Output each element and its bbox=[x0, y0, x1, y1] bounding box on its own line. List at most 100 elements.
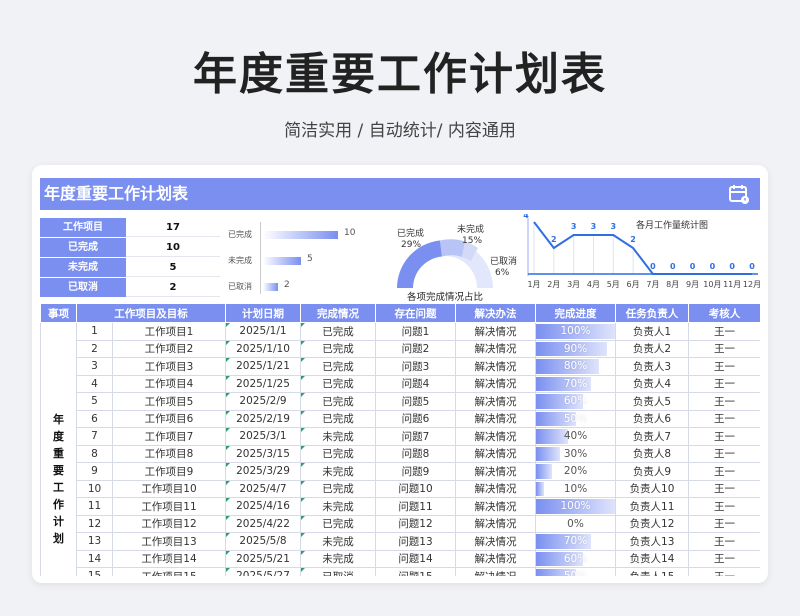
col-header[interactable]: 任务负责人 bbox=[615, 303, 689, 323]
issue-cell[interactable]: 问题7 bbox=[375, 427, 456, 446]
owner-cell[interactable]: 负责人2 bbox=[615, 339, 689, 358]
item-cell[interactable]: 工作项目4 bbox=[112, 374, 226, 393]
row-number[interactable]: 3 bbox=[76, 357, 113, 376]
row-number[interactable]: 5 bbox=[76, 392, 113, 411]
col-header[interactable]: 计划日期 bbox=[225, 303, 301, 323]
status-cell[interactable]: 已完成 bbox=[300, 409, 376, 428]
row-number[interactable]: 1 bbox=[76, 322, 113, 341]
fix-cell[interactable]: 解决情况 bbox=[455, 532, 536, 551]
owner-cell[interactable]: 负责人1 bbox=[615, 322, 689, 341]
owner-cell[interactable]: 负责人15 bbox=[615, 567, 689, 576]
reviewer-cell[interactable]: 王一 bbox=[688, 427, 760, 446]
fix-cell[interactable]: 解决情况 bbox=[455, 339, 536, 358]
issue-cell[interactable]: 问题10 bbox=[375, 479, 456, 498]
issue-cell[interactable]: 问题8 bbox=[375, 444, 456, 463]
date-cell[interactable]: 2025/2/19 bbox=[225, 409, 301, 428]
fix-cell[interactable]: 解决情况 bbox=[455, 374, 536, 393]
progress-cell[interactable]: 100% bbox=[535, 497, 616, 516]
row-number[interactable]: 9 bbox=[76, 462, 113, 481]
col-header[interactable]: 工作项目及目标 bbox=[76, 303, 226, 323]
owner-cell[interactable]: 负责人8 bbox=[615, 444, 689, 463]
col-header[interactable]: 完成进度 bbox=[535, 303, 616, 323]
item-cell[interactable]: 工作项目6 bbox=[112, 409, 226, 428]
item-cell[interactable]: 工作项目8 bbox=[112, 444, 226, 463]
fix-cell[interactable]: 解决情况 bbox=[455, 497, 536, 516]
progress-cell[interactable]: 20% bbox=[535, 462, 616, 481]
progress-cell[interactable]: 10% bbox=[535, 479, 616, 498]
date-cell[interactable]: 2025/5/8 bbox=[225, 532, 301, 551]
reviewer-cell[interactable]: 王一 bbox=[688, 392, 760, 411]
progress-cell[interactable]: 60% bbox=[535, 392, 616, 411]
item-cell[interactable]: 工作项目10 bbox=[112, 479, 226, 498]
reviewer-cell[interactable]: 王一 bbox=[688, 532, 760, 551]
reviewer-cell[interactable]: 王一 bbox=[688, 322, 760, 341]
reviewer-cell[interactable]: 王一 bbox=[688, 374, 760, 393]
progress-cell[interactable]: 40% bbox=[535, 427, 616, 446]
fix-cell[interactable]: 解决情况 bbox=[455, 444, 536, 463]
issue-cell[interactable]: 问题3 bbox=[375, 357, 456, 376]
status-cell[interactable]: 未完成 bbox=[300, 532, 376, 551]
item-cell[interactable]: 工作项目1 bbox=[112, 322, 226, 341]
date-cell[interactable]: 2025/3/15 bbox=[225, 444, 301, 463]
fix-cell[interactable]: 解决情况 bbox=[455, 479, 536, 498]
fix-cell[interactable]: 解决情况 bbox=[455, 409, 536, 428]
issue-cell[interactable]: 问题11 bbox=[375, 497, 456, 516]
col-header[interactable]: 考核人 bbox=[688, 303, 760, 323]
status-cell[interactable]: 未完成 bbox=[300, 427, 376, 446]
row-number[interactable]: 11 bbox=[76, 497, 113, 516]
issue-cell[interactable]: 问题5 bbox=[375, 392, 456, 411]
col-header[interactable]: 事项 bbox=[40, 303, 77, 323]
status-cell[interactable]: 未完成 bbox=[300, 462, 376, 481]
reviewer-cell[interactable]: 王一 bbox=[688, 514, 760, 533]
owner-cell[interactable]: 负责人14 bbox=[615, 549, 689, 568]
item-cell[interactable]: 工作项目2 bbox=[112, 339, 226, 358]
reviewer-cell[interactable]: 王一 bbox=[688, 409, 760, 428]
item-cell[interactable]: 工作项目3 bbox=[112, 357, 226, 376]
fix-cell[interactable]: 解决情况 bbox=[455, 392, 536, 411]
fix-cell[interactable]: 解决情况 bbox=[455, 427, 536, 446]
reviewer-cell[interactable]: 王一 bbox=[688, 497, 760, 516]
reviewer-cell[interactable]: 王一 bbox=[688, 444, 760, 463]
issue-cell[interactable]: 问题14 bbox=[375, 549, 456, 568]
col-header[interactable]: 完成情况 bbox=[300, 303, 376, 323]
reviewer-cell[interactable]: 王一 bbox=[688, 479, 760, 498]
issue-cell[interactable]: 问题15 bbox=[375, 567, 456, 576]
owner-cell[interactable]: 负责人9 bbox=[615, 462, 689, 481]
progress-cell[interactable]: 70% bbox=[535, 374, 616, 393]
row-number[interactable]: 15 bbox=[76, 567, 113, 576]
status-cell[interactable]: 已完成 bbox=[300, 444, 376, 463]
progress-cell[interactable]: 90% bbox=[535, 339, 616, 358]
date-cell[interactable]: 2025/4/7 bbox=[225, 479, 301, 498]
issue-cell[interactable]: 问题1 bbox=[375, 322, 456, 341]
status-cell[interactable]: 已完成 bbox=[300, 374, 376, 393]
row-number[interactable]: 4 bbox=[76, 374, 113, 393]
progress-cell[interactable]: 50% bbox=[535, 567, 616, 576]
reviewer-cell[interactable]: 王一 bbox=[688, 549, 760, 568]
progress-cell[interactable]: 60% bbox=[535, 549, 616, 568]
owner-cell[interactable]: 负责人12 bbox=[615, 514, 689, 533]
issue-cell[interactable]: 问题6 bbox=[375, 409, 456, 428]
item-cell[interactable]: 工作项目15 bbox=[112, 567, 226, 576]
row-number[interactable]: 12 bbox=[76, 514, 113, 533]
row-number[interactable]: 13 bbox=[76, 532, 113, 551]
reviewer-cell[interactable]: 王一 bbox=[688, 462, 760, 481]
issue-cell[interactable]: 问题9 bbox=[375, 462, 456, 481]
progress-cell[interactable]: 100% bbox=[535, 322, 616, 341]
owner-cell[interactable]: 负责人11 bbox=[615, 497, 689, 516]
issue-cell[interactable]: 问题13 bbox=[375, 532, 456, 551]
progress-cell[interactable]: 50% bbox=[535, 409, 616, 428]
date-cell[interactable]: 2025/1/21 bbox=[225, 357, 301, 376]
item-cell[interactable]: 工作项目5 bbox=[112, 392, 226, 411]
row-number[interactable]: 8 bbox=[76, 444, 113, 463]
date-cell[interactable]: 2025/3/29 bbox=[225, 462, 301, 481]
progress-cell[interactable]: 80% bbox=[535, 357, 616, 376]
row-number[interactable]: 7 bbox=[76, 427, 113, 446]
fix-cell[interactable]: 解决情况 bbox=[455, 462, 536, 481]
reviewer-cell[interactable]: 王一 bbox=[688, 567, 760, 576]
owner-cell[interactable]: 负责人7 bbox=[615, 427, 689, 446]
owner-cell[interactable]: 负责人3 bbox=[615, 357, 689, 376]
date-cell[interactable]: 2025/5/27 bbox=[225, 567, 301, 576]
issue-cell[interactable]: 问题12 bbox=[375, 514, 456, 533]
status-cell[interactable]: 已完成 bbox=[300, 357, 376, 376]
date-cell[interactable]: 2025/1/10 bbox=[225, 339, 301, 358]
